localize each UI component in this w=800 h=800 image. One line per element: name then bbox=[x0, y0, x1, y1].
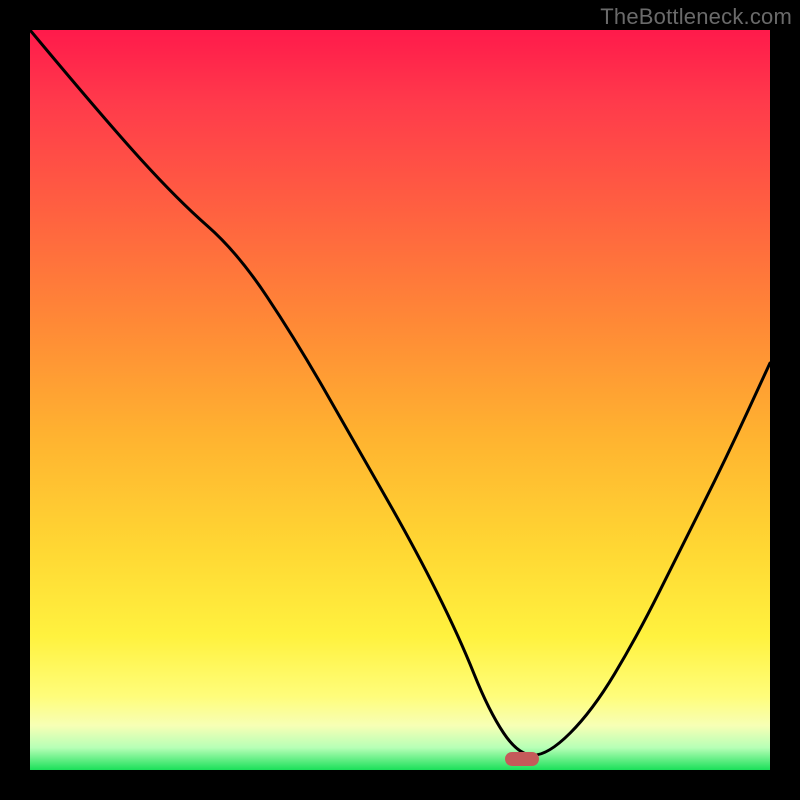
curve-svg bbox=[30, 30, 770, 770]
bottleneck-curve bbox=[30, 30, 770, 755]
watermark-text: TheBottleneck.com bbox=[600, 4, 792, 30]
chart-frame: TheBottleneck.com bbox=[0, 0, 800, 800]
plot-area bbox=[30, 30, 770, 770]
optimal-marker bbox=[505, 752, 539, 766]
